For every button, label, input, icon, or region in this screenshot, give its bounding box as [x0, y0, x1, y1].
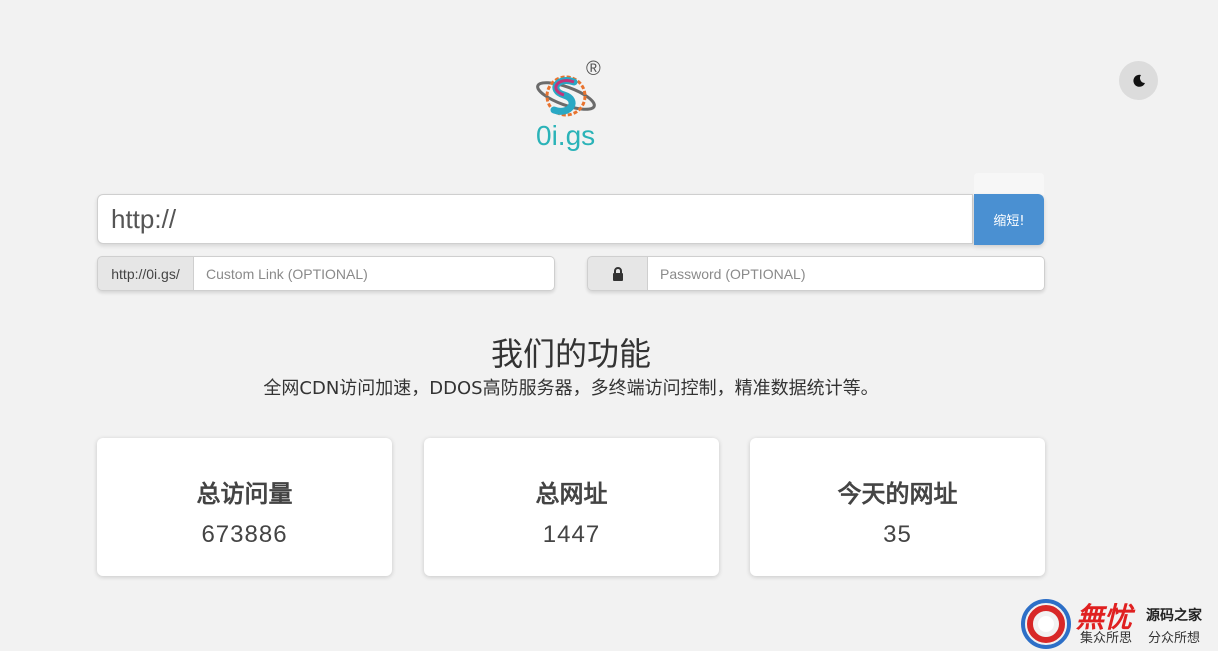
watermark-logo-icon	[1021, 599, 1071, 649]
stat-title: 总访问量	[196, 480, 293, 508]
stat-title: 总网址	[535, 480, 608, 508]
password-group	[587, 256, 1045, 291]
watermark: 無忧 源码之家 集众所思 分众所想	[1018, 596, 1218, 651]
stat-card-today-urls: 今天的网址 35	[750, 438, 1045, 576]
stat-value: 1447	[542, 521, 601, 548]
stat-value: 673886	[201, 521, 288, 548]
registered-mark: ®	[586, 58, 601, 80]
features-description: 全网CDN访问加速，DDOS高防服务器，多终端访问控制，精准数据统计等。	[263, 378, 879, 399]
stat-value: 35	[883, 521, 912, 548]
custom-link-input[interactable]	[194, 256, 555, 291]
stat-card-total-urls: 总网址 1447	[424, 438, 719, 576]
theme-toggle-button[interactable]	[1119, 61, 1158, 100]
moon-icon	[1132, 74, 1145, 87]
lock-icon	[612, 266, 623, 281]
logo-text: 0i.gs	[536, 120, 596, 151]
shorten-button[interactable]: 缩短!	[974, 194, 1044, 245]
password-addon	[587, 256, 648, 291]
custom-link-prefix: http://0i.gs/	[97, 256, 194, 291]
watermark-slogan: 集众所思	[1080, 631, 1133, 646]
url-input[interactable]	[97, 194, 973, 244]
watermark-name: 源码之家	[1146, 608, 1202, 624]
password-input[interactable]	[648, 256, 1045, 291]
site-logo[interactable]: ® 0i.gs	[528, 58, 618, 158]
stat-card-total-visits: 总访问量 673886	[97, 438, 392, 576]
features-title: 我们的功能	[490, 335, 651, 373]
custom-link-group: http://0i.gs/	[97, 256, 555, 291]
shorten-button-cap	[974, 173, 1044, 195]
watermark-slogan: 分众所想	[1148, 631, 1201, 646]
stat-title: 今天的网址	[837, 480, 958, 508]
